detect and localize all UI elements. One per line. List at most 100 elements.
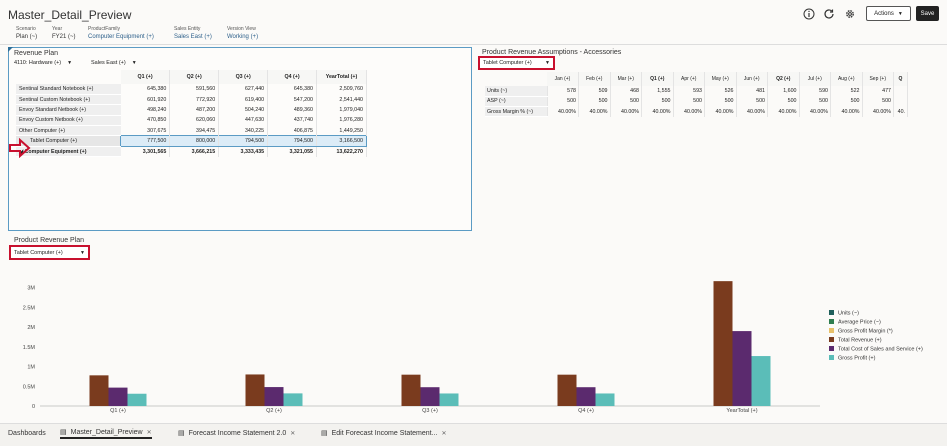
column-header[interactable]: Aug (+) — [830, 72, 863, 86]
data-cell[interactable]: 40.00% — [578, 106, 611, 117]
close-icon[interactable]: ✕ — [147, 429, 152, 436]
entity-selector[interactable]: Sales East (+) ▼ — [91, 60, 137, 66]
data-cell[interactable]: 522 — [830, 86, 863, 97]
data-cell[interactable]: 40.00% — [862, 106, 894, 117]
data-cell[interactable]: 40.00% — [704, 106, 737, 117]
row-header[interactable]: Envoy Custom Netbook (+) — [16, 115, 121, 127]
data-cell[interactable]: 1,555 — [641, 86, 674, 97]
column-header[interactable]: Jan (+) — [547, 72, 579, 86]
column-header[interactable]: Q2 (+) — [169, 70, 220, 84]
data-cell[interactable]: 601,920 — [120, 94, 171, 105]
chart-product-selector[interactable]: Tablet Computer (+) ▼ — [9, 245, 90, 260]
data-cell[interactable] — [893, 96, 908, 107]
data-cell[interactable]: 40.00% — [641, 106, 674, 117]
data-cell[interactable]: 504,240 — [218, 104, 269, 116]
data-cell[interactable]: 437,740 — [267, 115, 318, 126]
data-cell[interactable]: 40.00% — [673, 106, 705, 117]
data-cell[interactable]: 800,000 — [169, 135, 220, 147]
row-header[interactable]: Envoy Standard Netbook (+) — [16, 104, 121, 116]
data-cell[interactable]: 40.00% — [767, 106, 800, 117]
column-header[interactable]: Q2 (+) — [767, 72, 800, 86]
data-cell[interactable]: 1,600 — [767, 86, 800, 97]
data-cell[interactable]: 500 — [578, 96, 611, 107]
data-cell[interactable]: 3,321,055 — [267, 146, 318, 157]
pov-version-view[interactable]: Version View Working (+) — [227, 26, 258, 40]
data-cell[interactable]: 509 — [578, 86, 611, 97]
data-cell[interactable]: 3,666,215 — [169, 146, 220, 157]
data-cell[interactable]: 307,675 — [120, 125, 171, 136]
data-cell[interactable]: 500 — [830, 96, 863, 107]
column-header[interactable]: Q1 (+) — [120, 70, 171, 84]
data-cell[interactable]: 3,301,565 — [120, 146, 171, 157]
column-header[interactable]: Q3 (+) — [218, 70, 269, 84]
row-header[interactable]: ◢ Computer Equipment (+) — [16, 146, 121, 158]
data-cell[interactable]: 2,509,760 — [316, 84, 367, 95]
data-cell[interactable]: 481 — [736, 86, 768, 97]
tab-master-detail-preview[interactable]: ▤ Master_Detail_Preview ✕ — [60, 427, 152, 439]
data-cell[interactable]: 2,541,440 — [316, 94, 367, 105]
data-cell[interactable]: 500 — [610, 96, 642, 107]
column-header[interactable]: Sep (+) — [862, 72, 894, 86]
data-cell[interactable]: 3,333,435 — [218, 146, 269, 157]
data-cell[interactable]: 40.00% — [547, 106, 579, 117]
data-cell[interactable]: 40.00% — [799, 106, 831, 117]
column-header[interactable]: Q — [893, 72, 908, 86]
column-header[interactable]: YearTotal (+) — [316, 70, 367, 84]
account-selector[interactable]: 4110: Hardware (+) ▼ — [14, 60, 72, 66]
data-cell[interactable]: 500 — [704, 96, 737, 107]
data-cell[interactable]: 500 — [862, 96, 894, 107]
data-cell[interactable]: 500 — [547, 96, 579, 107]
row-header[interactable]: Gross Margin % (~) — [485, 106, 548, 118]
data-cell[interactable]: 578 — [547, 86, 579, 97]
data-cell[interactable]: 340,225 — [218, 125, 269, 136]
row-header[interactable]: ASP (~) — [485, 96, 548, 108]
data-cell[interactable]: 489,360 — [267, 104, 318, 116]
data-cell[interactable]: 468 — [610, 86, 642, 97]
pov-sales-entity[interactable]: Sales Entity Sales East (+) — [174, 26, 212, 40]
column-header[interactable]: Apr (+) — [673, 72, 705, 86]
pov-scenario[interactable]: Scenario Plan (~) — [16, 26, 37, 40]
data-cell[interactable]: 394,475 — [169, 125, 220, 136]
data-cell[interactable]: 619,400 — [218, 94, 269, 105]
data-cell[interactable]: 487,200 — [169, 104, 220, 116]
column-header[interactable]: Jul (+) — [799, 72, 831, 86]
data-cell[interactable]: 40.00% — [610, 106, 642, 117]
data-cell[interactable]: 772,920 — [169, 94, 220, 105]
column-header[interactable]: Mar (+) — [610, 72, 642, 86]
data-cell[interactable]: 547,200 — [267, 94, 318, 105]
data-cell[interactable]: 500 — [673, 96, 705, 107]
data-cell[interactable]: 1,979,040 — [316, 104, 367, 116]
data-cell[interactable]: 593 — [673, 86, 705, 97]
tab-dashboards[interactable]: Dashboards — [8, 427, 46, 439]
data-cell[interactable]: 477 — [862, 86, 894, 97]
data-cell[interactable]: 447,630 — [218, 115, 269, 126]
data-cell[interactable]: 500 — [736, 96, 768, 107]
data-cell[interactable]: 590 — [799, 86, 831, 97]
data-cell[interactable]: 627,440 — [218, 84, 269, 95]
data-cell[interactable]: 500 — [641, 96, 674, 107]
assumptions-selector[interactable]: Tablet Computer (+) ▼ — [478, 56, 555, 70]
data-cell[interactable]: 645,380 — [267, 84, 318, 95]
pov-year[interactable]: Year FY21 (~) — [52, 26, 76, 40]
data-cell[interactable]: 498,240 — [120, 104, 171, 116]
data-cell[interactable]: 1,976,280 — [316, 115, 367, 126]
data-cell[interactable]: 794,500 — [267, 135, 318, 147]
data-cell[interactable]: 794,500 — [218, 135, 269, 147]
column-header[interactable]: Q4 (+) — [267, 70, 318, 84]
tab-forecast-income-statement[interactable]: ▤ Forecast Income Statement 2.0 ✕ — [178, 427, 295, 439]
data-cell[interactable]: 13,622,270 — [316, 146, 367, 157]
data-cell[interactable]: 620,060 — [169, 115, 220, 126]
data-cell[interactable]: 40.00% — [830, 106, 863, 117]
close-icon[interactable]: ✕ — [441, 430, 446, 437]
row-header[interactable]: Units (~) — [485, 86, 548, 97]
data-cell[interactable]: 645,380 — [120, 84, 171, 95]
column-header[interactable]: May (+) — [704, 72, 737, 86]
data-cell[interactable]: 40. — [893, 106, 908, 117]
column-header[interactable]: Jun (+) — [736, 72, 768, 86]
data-cell[interactable]: 1,449,250 — [316, 125, 367, 136]
column-header[interactable]: Feb (+) — [578, 72, 611, 86]
data-cell[interactable]: 470,850 — [120, 115, 171, 126]
data-cell[interactable]: 500 — [799, 96, 831, 107]
pov-product-family[interactable]: ProductFamily Computer Equipment (+) — [88, 26, 154, 40]
data-cell[interactable] — [893, 86, 908, 97]
